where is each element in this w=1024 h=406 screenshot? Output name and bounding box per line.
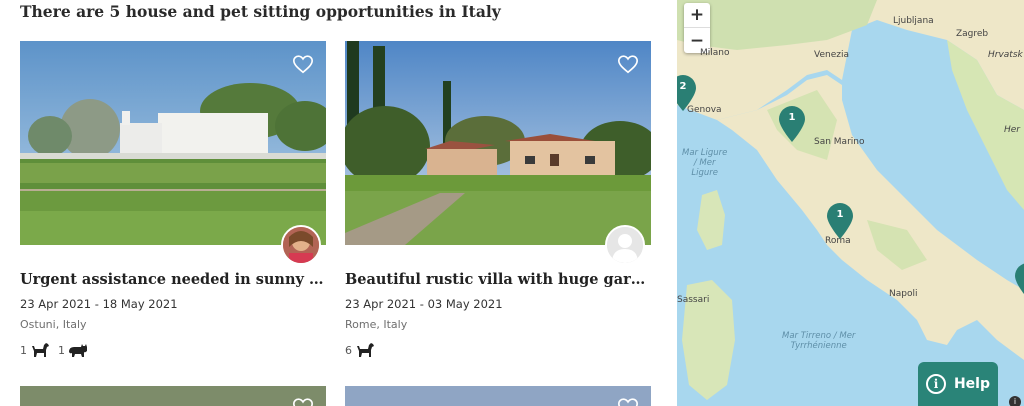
map-label: Milano — [700, 48, 730, 58]
map-marker[interactable]: 1 — [777, 105, 807, 143]
dog-icon — [357, 343, 374, 357]
pet-item: 1 — [20, 342, 50, 358]
map-label: San Marino — [814, 137, 865, 147]
results-heading: There are 5 house and pet sitting opport… — [20, 2, 501, 21]
favorite-heart-icon[interactable] — [617, 396, 639, 406]
listing-dates: 23 Apr 2021 - 18 May 2021 — [20, 297, 178, 311]
listing-photo[interactable] — [345, 41, 651, 245]
map-label: Napoli — [889, 289, 918, 299]
map-attribution-icon[interactable]: i — [1009, 396, 1021, 406]
map-sea-label-line: Ligure — [691, 168, 718, 178]
map-label: Ljubljana — [893, 16, 934, 26]
map-label: Sassari — [677, 295, 710, 305]
pet-count: 6 — [345, 343, 352, 357]
listing-title[interactable]: Beautiful rustic villa with huge garden … — [345, 271, 651, 288]
owner-avatar-placeholder — [605, 225, 645, 265]
pet-list: 6 — [345, 341, 375, 359]
marker-count: 1 — [836, 209, 844, 220]
results-map[interactable]: + − Ljubljana Zagreb Milano Venezia Hrva… — [677, 0, 1024, 406]
map-label: Zagreb — [956, 29, 989, 39]
zoom-in-button[interactable]: + — [684, 3, 710, 28]
listing-card[interactable] — [345, 386, 651, 406]
help-label: Help — [953, 376, 991, 392]
map-marker[interactable]: 1 — [825, 202, 855, 240]
pet-item: 6 — [345, 342, 375, 358]
map-label: Her — [1004, 125, 1021, 135]
marker-count: 1 — [788, 112, 796, 123]
listing-photo[interactable] — [20, 41, 326, 245]
map-marker[interactable]: 2 — [677, 74, 698, 112]
map-marker[interactable] — [1013, 262, 1024, 300]
cat-icon — [69, 344, 87, 357]
pet-list: 1 1 — [20, 341, 88, 359]
owner-avatar — [281, 225, 321, 265]
listing-card[interactable] — [20, 386, 326, 406]
listing-photo[interactable] — [20, 386, 326, 406]
listing-title[interactable]: Urgent assistance needed in sunny south.… — [20, 271, 326, 288]
pet-count: 1 — [58, 343, 65, 357]
map-sea-label: Mar Tirreno / Mer Tyrrhénienne — [782, 331, 855, 351]
map-zoom-control: + − — [684, 3, 710, 53]
info-icon: i — [925, 374, 946, 394]
map-sea-label-line: Mar Ligure — [682, 148, 728, 158]
marker-count: 2 — [679, 81, 687, 92]
listing-location: Rome, Italy — [345, 318, 408, 331]
listing-location: Ostuni, Italy — [20, 318, 87, 331]
map-sea-label: Mar Ligure / Mer Ligure — [682, 148, 727, 178]
listing-card[interactable]: Urgent assistance needed in sunny south.… — [20, 41, 326, 371]
favorite-heart-icon[interactable] — [292, 396, 314, 406]
listing-dates: 23 Apr 2021 - 03 May 2021 — [345, 297, 503, 311]
pet-item: 1 — [58, 342, 88, 358]
help-button[interactable]: i Help — [918, 362, 998, 406]
pet-count: 1 — [20, 343, 27, 357]
map-label: Hrvatsk — [988, 50, 1023, 60]
map-sea-label-line: Tyrrhénienne — [790, 341, 847, 351]
map-sea-label-line: / Mer — [693, 158, 716, 168]
favorite-heart-icon[interactable] — [292, 53, 314, 75]
map-label: Venezia — [814, 50, 849, 60]
map-sea-label-line: Mar Tirreno / Mer — [782, 331, 856, 341]
listing-photo[interactable] — [345, 386, 651, 406]
listing-card[interactable]: Beautiful rustic villa with huge garden … — [345, 41, 651, 371]
favorite-heart-icon[interactable] — [617, 53, 639, 75]
dog-icon — [32, 343, 49, 357]
